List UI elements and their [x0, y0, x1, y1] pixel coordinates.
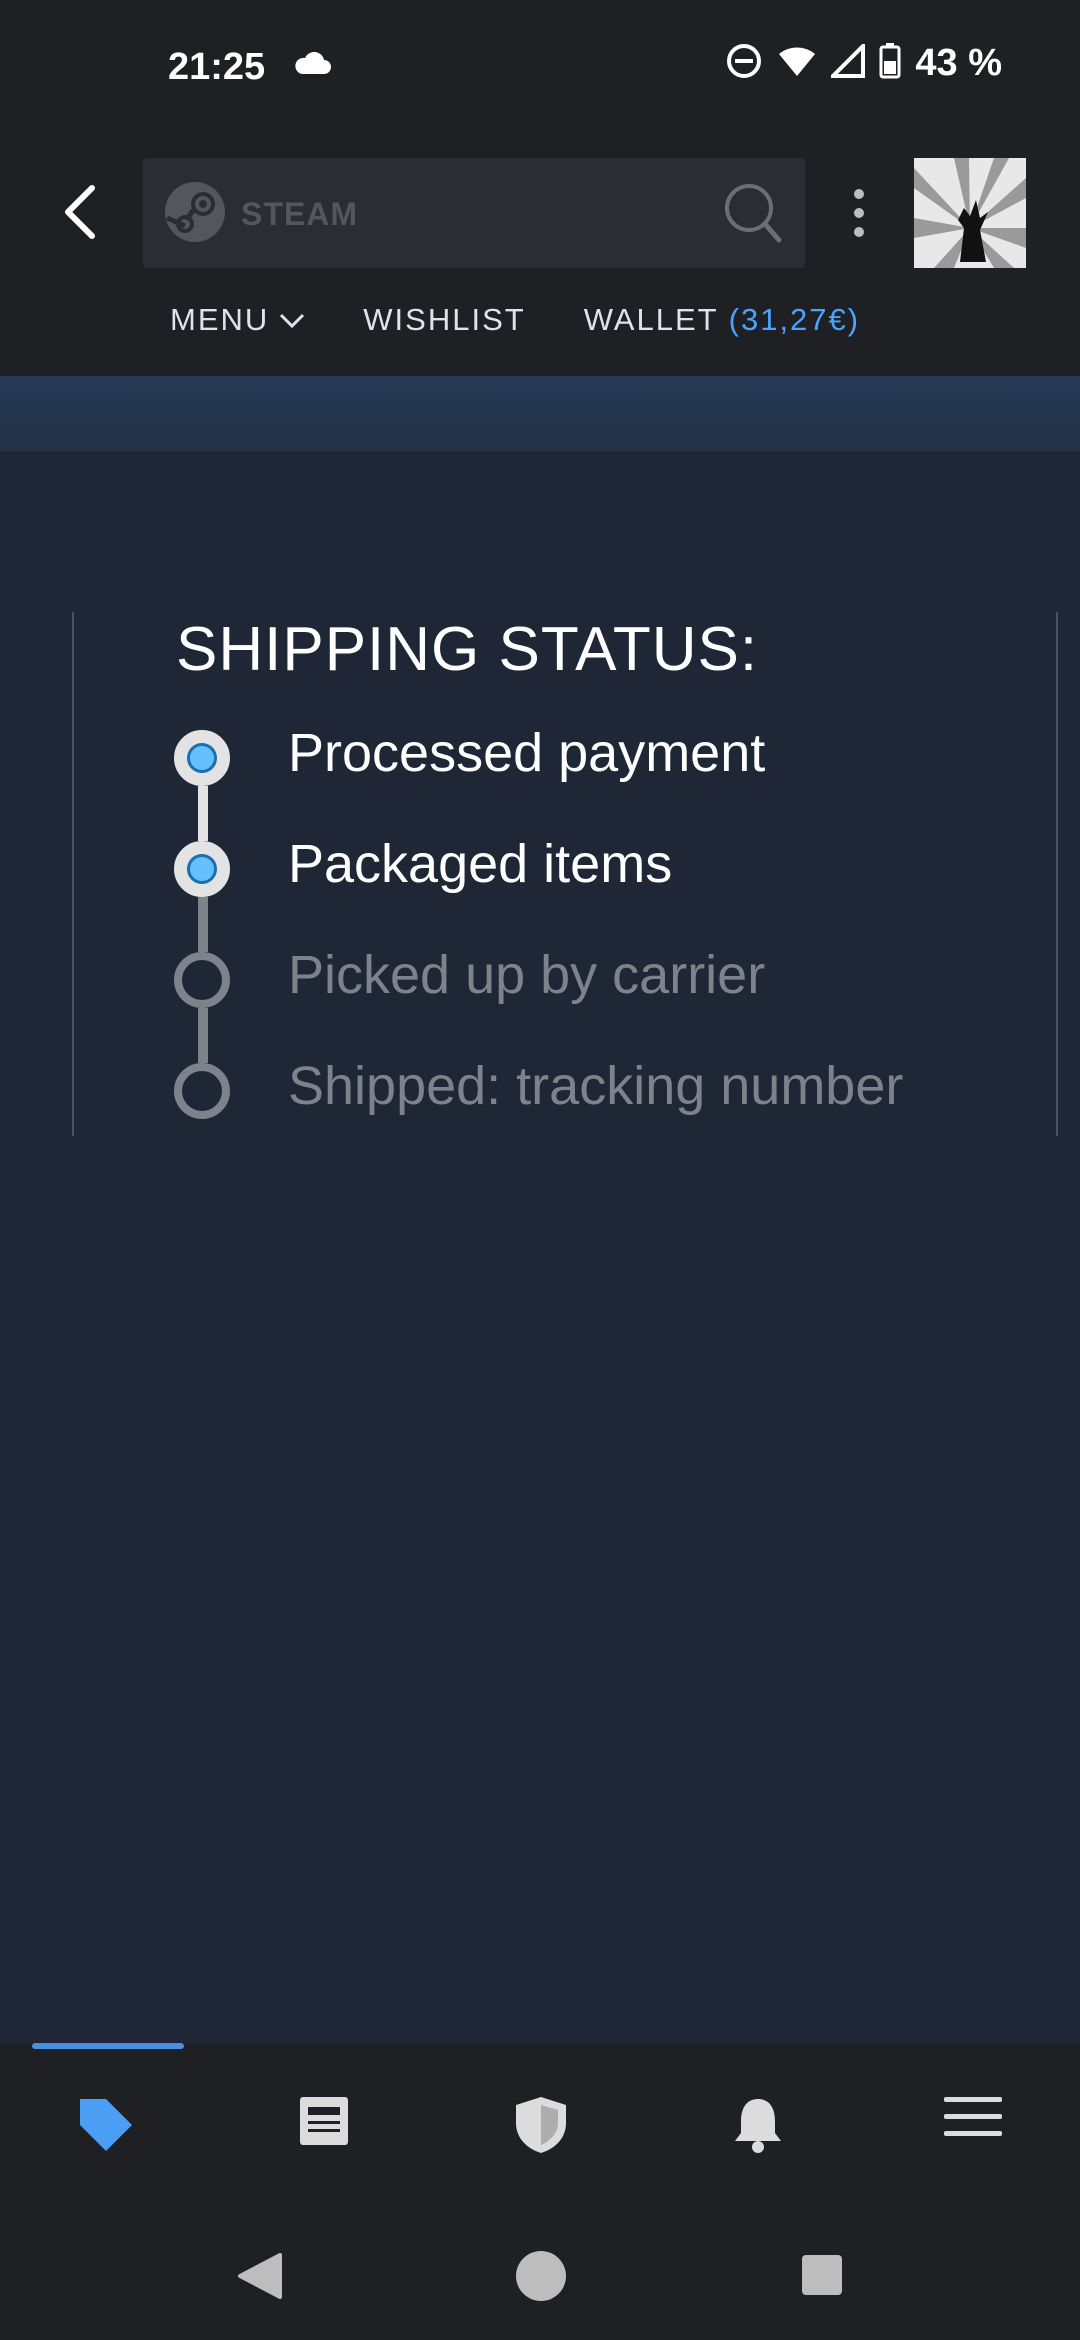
battery-icon: [879, 43, 901, 84]
chevron-down-icon: [279, 302, 305, 338]
bottom-tab-bar: [0, 2043, 1080, 2185]
system-back-icon[interactable]: [236, 2251, 282, 2306]
step-label: Packaged items: [288, 834, 673, 894]
notification-bell-icon[interactable]: [732, 2095, 784, 2160]
search-icon[interactable]: [723, 182, 783, 249]
guard-shield-icon[interactable]: [514, 2095, 568, 2160]
step-label: Shipped: tracking number: [288, 1056, 904, 1116]
system-home-icon[interactable]: [514, 2249, 568, 2308]
wallet-link[interactable]: WALLET (31,27€): [584, 302, 860, 338]
wallet-balance: (31,27€): [728, 302, 861, 337]
wallet-label: WALLET: [583, 302, 719, 337]
shipping-status-title: SHIPPING STATUS:: [176, 615, 759, 684]
system-recents-icon[interactable]: [800, 2253, 844, 2302]
step-connector: [198, 786, 208, 841]
shipping-status-panel: SHIPPING STATUS: Processed payment Packa…: [72, 612, 1058, 1136]
app-header: STEAM MENU WISHLIST WALLET (31,27€): [0, 140, 1080, 376]
hamburger-menu-icon[interactable]: [944, 2095, 1002, 2144]
content-banner: [0, 376, 1080, 451]
header-nav: MENU WISHLIST WALLET (31,27€): [170, 302, 860, 338]
news-icon[interactable]: [298, 2095, 350, 2152]
step-label: Picked up by carrier: [288, 945, 766, 1005]
system-navigation-bar: [0, 2185, 1080, 2340]
steam-logo: STEAM: [163, 180, 358, 249]
avatar[interactable]: [914, 158, 1026, 268]
menu-dropdown[interactable]: MENU: [170, 302, 305, 338]
step-connector: [198, 897, 208, 952]
steam-icon: [163, 180, 227, 249]
active-tab-indicator: [32, 2043, 184, 2049]
status-bar: 21:25 43 %: [0, 0, 1080, 140]
cell-signal-icon: [828, 41, 866, 83]
menu-label: MENU: [170, 302, 270, 337]
wifi-icon: [777, 44, 817, 83]
more-options-icon[interactable]: [852, 188, 866, 243]
clock: 21:25: [168, 46, 266, 88]
cloud-icon: [292, 51, 332, 81]
step-pending-icon: [174, 952, 230, 1008]
do-not-disturb-icon: [725, 42, 763, 85]
step-connector: [198, 1008, 208, 1063]
back-arrow-icon[interactable]: [60, 182, 100, 247]
search-bar[interactable]: STEAM: [143, 158, 805, 268]
store-tag-icon[interactable]: [76, 2095, 136, 2160]
step-label: Processed payment: [288, 723, 766, 783]
battery-percent: 43 %: [915, 42, 1002, 84]
step-complete-icon: [174, 730, 230, 786]
steam-wordmark: STEAM: [241, 196, 358, 232]
step-complete-icon: [174, 841, 230, 897]
wishlist-link[interactable]: WISHLIST: [363, 302, 525, 338]
step-pending-icon: [174, 1063, 230, 1119]
